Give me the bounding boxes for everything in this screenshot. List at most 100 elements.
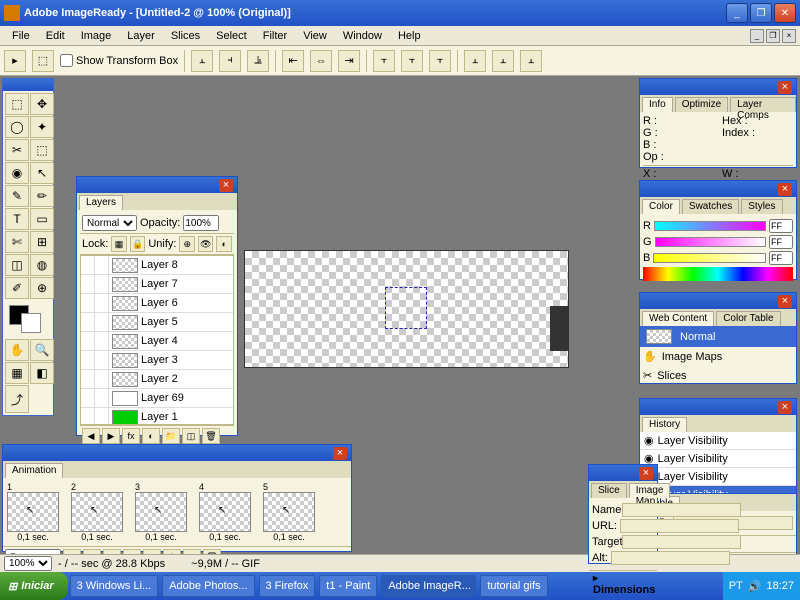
clone-tool[interactable]: ⊕ [30, 277, 54, 299]
color-spectrum[interactable] [643, 267, 793, 281]
menu-file[interactable]: File [4, 28, 38, 44]
move-tool-opt[interactable]: ▸ [4, 50, 26, 72]
wc-normal[interactable]: Normal [640, 326, 796, 347]
align-vcenter-icon[interactable]: ⫞ [219, 50, 241, 72]
close-icon[interactable]: × [778, 401, 792, 414]
frame[interactable]: 20,1 sec. [71, 482, 123, 542]
web-content-tab[interactable]: Web Content [642, 311, 714, 326]
task-item[interactable]: tutorial gifs [480, 575, 547, 597]
unify-style-icon[interactable]: ◐ [216, 236, 232, 252]
image-map-tab[interactable]: Image Map [629, 483, 671, 498]
g-value[interactable] [769, 235, 793, 249]
clock[interactable]: 18:27 [766, 580, 794, 592]
pencil-tool[interactable]: ✏ [30, 185, 54, 207]
menu-layer[interactable]: Layer [119, 28, 163, 44]
layer-row[interactable]: Layer 2 [81, 370, 233, 389]
zoom-select[interactable]: 100% [4, 556, 52, 571]
task-item[interactable]: Adobe Photos... [162, 575, 254, 597]
menu-help[interactable]: Help [390, 28, 429, 44]
slice-select-tool[interactable]: ⬚ [30, 139, 54, 161]
close-icon[interactable]: × [639, 467, 653, 480]
align-top-icon[interactable]: ⫠ [191, 50, 213, 72]
crop-tool[interactable]: ✄ [5, 231, 29, 253]
info-tab[interactable]: Info [642, 97, 673, 112]
type-tool[interactable]: T [5, 208, 29, 230]
tray-icon[interactable]: 🔊 [748, 580, 762, 593]
new-folder-icon[interactable]: 📁 [162, 428, 180, 444]
layer-row[interactable]: Layer 3 [81, 351, 233, 370]
auto-select-opt[interactable]: ⬚ [32, 50, 54, 72]
close-icon[interactable]: × [333, 447, 347, 460]
document-canvas[interactable] [244, 250, 569, 368]
close-icon[interactable]: × [778, 295, 792, 308]
color-table-tab[interactable]: Color Table [716, 311, 780, 326]
animation-tab[interactable]: Animation [5, 463, 63, 478]
image-map-tool[interactable]: ◉ [5, 162, 29, 184]
styles-tab[interactable]: Styles [741, 199, 782, 214]
eyedropper-tool[interactable]: ✐ [5, 277, 29, 299]
color-tab[interactable]: Color [642, 199, 680, 214]
task-item[interactable]: 3 Firefox [259, 575, 316, 597]
close-icon[interactable]: × [219, 179, 233, 192]
toolbox-grip[interactable] [3, 79, 53, 91]
background-color[interactable] [21, 313, 41, 333]
alt-input[interactable] [611, 551, 730, 565]
r-value[interactable] [769, 219, 793, 233]
align-hcenter-icon[interactable]: ⇔ [310, 50, 332, 72]
menu-image[interactable]: Image [73, 28, 120, 44]
first-frame-icon[interactable]: ◀ [82, 428, 100, 444]
wc-slices[interactable]: ✂Slices [640, 366, 796, 385]
unify-visibility-icon[interactable]: 👁 [198, 236, 214, 252]
lock-transparency-icon[interactable]: ▦ [111, 236, 127, 252]
task-item[interactable]: Adobe ImageR... [381, 575, 476, 597]
shape-tool[interactable]: ▭ [30, 208, 54, 230]
history-item[interactable]: ◉Layer Visibility [640, 450, 796, 468]
target-input[interactable] [622, 535, 741, 549]
menu-window[interactable]: Window [335, 28, 390, 44]
image-map-select-tool[interactable]: ↖ [30, 162, 54, 184]
start-button[interactable]: ⊞Iniciar [0, 572, 68, 600]
layer-comps-tab[interactable]: Layer Comps [730, 97, 796, 112]
history-item[interactable]: ◉Layer Visibility [640, 432, 796, 450]
move-tool[interactable]: ✥ [30, 93, 54, 115]
layer-row[interactable]: Layer 69 [81, 389, 233, 408]
layer-row[interactable]: Layer 8 [81, 256, 233, 275]
delete-layer-icon[interactable]: 🗑 [202, 428, 220, 444]
selection-rect[interactable] [385, 287, 427, 329]
optimize-tab[interactable]: Optimize [675, 97, 728, 112]
align-right-icon[interactable]: ⇥ [338, 50, 360, 72]
task-item[interactable]: 3 Windows Li... [70, 575, 159, 597]
zoom-tool[interactable]: 🔍 [30, 339, 54, 361]
g-slider[interactable] [655, 237, 766, 247]
preview-tool[interactable]: ▦ [5, 362, 29, 384]
name-input[interactable] [622, 503, 741, 517]
jump-to-ps[interactable]: ⤴ [5, 385, 29, 413]
layer-mask-icon[interactable]: ◐ [142, 428, 160, 444]
unify-position-icon[interactable]: ⊕ [179, 236, 195, 252]
layers-panel-title[interactable]: × [77, 177, 237, 193]
distribute-5-icon[interactable]: ⫠ [492, 50, 514, 72]
menu-select[interactable]: Select [208, 28, 255, 44]
eraser-tool[interactable]: ◫ [5, 254, 29, 276]
slice-tab[interactable]: Slice [591, 483, 627, 498]
align-left-icon[interactable]: ⇤ [282, 50, 304, 72]
opacity-input[interactable] [183, 215, 219, 231]
maximize-button[interactable]: ❐ [750, 3, 772, 23]
hand-tool[interactable]: ✋ [5, 339, 29, 361]
marquee-tool[interactable]: ⬚ [5, 93, 29, 115]
frame[interactable]: 10,1 sec. [7, 482, 59, 542]
frame[interactable]: 30,1 sec. [135, 482, 187, 542]
url-input[interactable] [620, 519, 739, 533]
tab-tool[interactable]: ⊞ [30, 231, 54, 253]
close-button[interactable]: ✕ [774, 3, 796, 23]
slice-tool[interactable]: ✂ [5, 139, 29, 161]
im-dimensions-accordion[interactable]: ▸ Dimensions [589, 570, 657, 598]
align-bottom-icon[interactable]: ⫡ [247, 50, 269, 72]
layer-row[interactable]: Layer 6 [81, 294, 233, 313]
distribute-1-icon[interactable]: ⫟ [373, 50, 395, 72]
layer-row[interactable]: Layer 1 [81, 408, 233, 425]
swatches-tab[interactable]: Swatches [682, 199, 739, 214]
layer-row[interactable]: Layer 7 [81, 275, 233, 294]
menu-slices[interactable]: Slices [163, 28, 208, 44]
lock-all-icon[interactable]: 🔒 [130, 236, 146, 252]
